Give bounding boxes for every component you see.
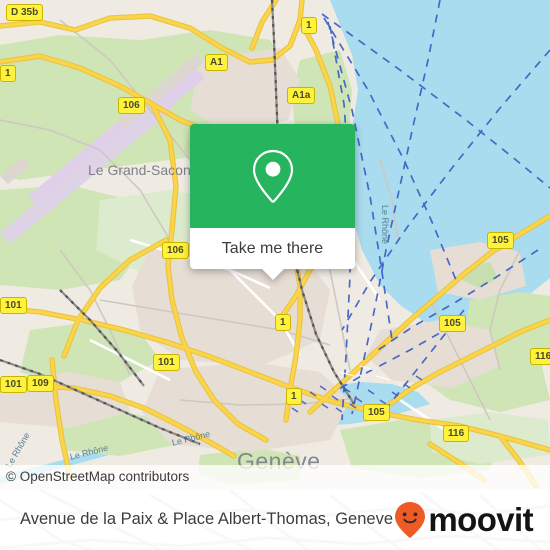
route-shield: 1 [286, 388, 302, 405]
route-shield: 109 [27, 375, 54, 392]
river-label: Le Rhône [380, 205, 390, 245]
route-shield: 106 [162, 242, 189, 259]
popup-pointer [261, 269, 284, 280]
route-shield: A1 [205, 54, 228, 71]
map-pin-icon [252, 149, 293, 203]
route-shield: 1 [275, 314, 291, 331]
route-shield: 101 [0, 376, 27, 393]
moovit-pin-icon [395, 501, 426, 538]
footer-content: Avenue de la Paix & Place Albert-Thomas,… [0, 489, 550, 550]
moovit-wordmark: moovit [428, 501, 533, 538]
route-shield: 106 [118, 97, 145, 114]
take-me-there-button[interactable]: Take me there [190, 228, 355, 280]
route-shield: 116 [443, 425, 470, 442]
route-shield: 105 [363, 404, 390, 421]
take-me-there-label: Take me there [221, 239, 324, 257]
route-shield: A1a [287, 87, 316, 104]
route-shield: 105 [487, 232, 514, 249]
place-label: Le Grand-Sacon [88, 162, 191, 178]
location-title: Avenue de la Paix & Place Albert-Thomas,… [20, 510, 393, 528]
route-shield: D 35b [6, 4, 44, 21]
route-shield: 105 [439, 315, 466, 332]
route-shield: 1 [0, 65, 16, 82]
moovit-map-screenshot: D 35b 1 A1 106 A1a 1 106 105 1 105 101 101 116 109 101… [0, 0, 550, 550]
map-attribution[interactable]: © OpenStreetMap contributors [0, 465, 550, 489]
route-shield: 1 [301, 17, 317, 34]
popup-header [190, 124, 355, 228]
take-me-there-popup[interactable]: Take me there [190, 124, 355, 280]
footer-bar: Avenue de la Paix & Place Albert-Thomas,… [0, 489, 550, 550]
route-shield: 101 [153, 354, 180, 371]
route-shield: 101 [0, 297, 27, 314]
route-shield: 116 [530, 348, 550, 365]
moovit-logo[interactable]: moovit [394, 501, 534, 539]
